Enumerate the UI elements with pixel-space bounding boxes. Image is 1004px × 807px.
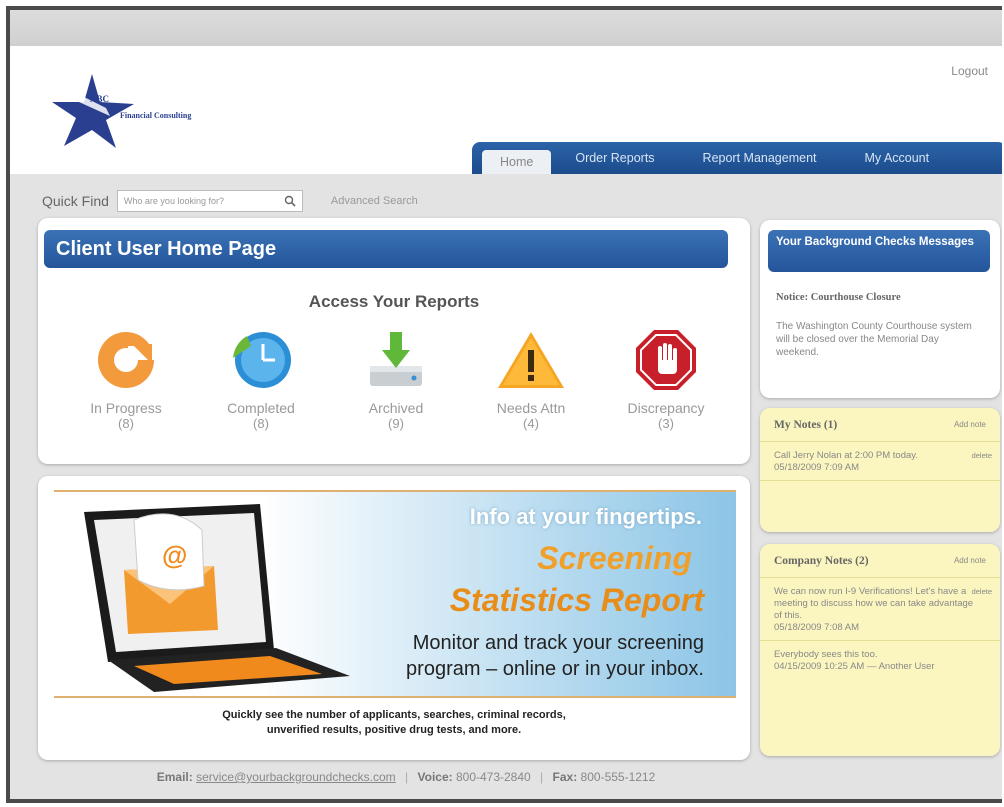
company-notes-panel: Company Notes (2) Add note delete We can… [760,544,1000,756]
report-count: (8) [253,416,269,431]
reports-panel: Client User Home Page Access Your Report… [38,218,750,464]
banner-title-line2: Statistics Report [449,582,704,618]
footer-email-link[interactable]: service@yourbackgroundchecks.com [196,770,396,784]
footer-voice-label: Voice: [417,770,453,784]
note-text: Everybody sees this too. [774,649,878,660]
clock-icon [233,332,291,388]
report-count: (9) [388,416,404,431]
quick-find-placeholder: Who are you looking for? [123,196,224,206]
note-item: Everybody sees this too. 04/15/2009 10:2… [760,641,1000,679]
add-note-button[interactable]: Add note [954,420,986,429]
logout-link[interactable]: Logout [951,64,988,78]
header: ABC Financial Consulting Logout Home Ord… [10,46,1002,174]
quick-find-input[interactable]: Who are you looking for? [116,190,303,212]
note-date: 05/18/2009 7:08 AM [774,622,860,633]
company-logo[interactable]: ABC Financial Consulting [50,68,310,152]
footer-contact: Email: service@yourbackgroundchecks.com … [10,770,1002,784]
tab-order-reports[interactable]: Order Reports [551,142,678,174]
report-status-row: In Progress (8) Completed (8) Archived (… [66,328,726,431]
tab-home[interactable]: Home [482,150,552,174]
note-date: 05/18/2009 7:09 AM [774,462,860,473]
svg-text:@: @ [162,540,187,570]
browser-frame: ABC Financial Consulting Logout Home Ord… [6,6,1002,803]
messages-title: Your Background Checks Messages [768,230,990,272]
promo-caption: Quickly see the number of applicants, se… [38,708,750,738]
add-company-note-button[interactable]: Add note [954,556,986,565]
advanced-search-link[interactable]: Advanced Search [331,195,418,207]
report-count: (8) [118,416,134,431]
my-notes-title: My Notes (1) [774,418,838,431]
laptop-email-icon: @ [84,504,350,692]
screening-stats-banner[interactable]: @ Info at your fingertips. Screening Sta… [54,490,736,698]
report-archived[interactable]: Archived (9) [336,328,456,431]
promo-caption-line2: unverified results, positive drug tests,… [266,724,522,736]
note-date: 04/15/2009 10:25 AM — Another User [774,661,935,672]
message-body: The Washington County Courthouse system … [776,321,972,358]
report-label: In Progress [90,400,162,416]
note-item: delete Call Jerry Nolan at 2:00 PM today… [760,442,1000,481]
report-label: Archived [368,400,424,416]
quick-find-bar: Quick Find Who are you looking for? Adva… [42,190,418,212]
banner-title-line1: Screening [537,540,692,576]
report-in-progress[interactable]: In Progress (8) [66,328,186,431]
tab-report-management[interactable]: Report Management [679,142,841,174]
my-notes-panel: My Notes (1) Add note delete Call Jerry … [760,408,1000,532]
promo-caption-line1: Quickly see the number of applicants, se… [222,709,566,721]
footer-separator: | [540,770,544,784]
page-title: Client User Home Page [44,230,728,268]
footer-separator: | [405,770,409,784]
messages-panel: Your Background Checks Messages Notice: … [760,220,1000,398]
tab-my-account[interactable]: My Account [841,142,954,174]
message-notice-heading: Notice: Courthouse Closure [776,292,901,303]
footer-fax-label: Fax: [552,770,578,784]
refresh-icon [98,332,158,388]
star-logo-icon: ABC Financial Consulting [52,74,191,148]
download-drive-icon [370,332,422,386]
report-completed[interactable]: Completed (8) [201,328,321,431]
report-count: (3) [658,416,674,431]
report-needs-attn[interactable]: Needs Attn (4) [471,328,591,431]
stop-hand-icon [636,330,696,390]
banner-body-line2: program – online or in your inbox. [406,658,704,680]
footer-fax-number: 800-555-1212 [580,770,656,784]
company-notes-header: Company Notes (2) Add note [760,544,1000,578]
report-count: (4) [523,416,539,431]
warning-icon [498,332,564,388]
footer-voice-number: 800-473-2840 [455,770,531,784]
note-item: delete We can now run I-9 Verifications!… [760,578,1000,641]
access-reports-heading: Access Your Reports [308,292,480,311]
my-notes-header: My Notes (1) Add note [760,408,1000,442]
note-text: Call Jerry Nolan at 2:00 PM today. [774,450,918,461]
search-icon[interactable] [284,195,296,207]
delete-note-button[interactable]: delete [972,586,992,598]
report-label: Needs Attn [496,400,566,416]
report-discrepancy[interactable]: Discrepancy (3) [606,328,726,431]
top-bar [10,10,1002,46]
banner-body-line1: Monitor and track your screening [412,632,704,654]
footer-email-label: Email: [156,770,193,784]
svg-text:Financial Consulting: Financial Consulting [120,111,191,120]
promo-panel: @ Info at your fingertips. Screening Sta… [38,476,750,760]
main-nav-tabs: Home Order Reports Report Management My … [472,142,1002,174]
svg-text:ABC: ABC [90,94,109,104]
report-label: Discrepancy [627,400,705,416]
note-text: We can now run I-9 Verifications! Let's … [774,586,974,621]
banner-tagline: Info at your fingertips. [469,504,702,529]
report-label: Completed [227,400,295,416]
company-notes-title: Company Notes (2) [774,554,869,567]
quick-find-label: Quick Find [42,193,109,209]
delete-note-button[interactable]: delete [972,450,992,462]
